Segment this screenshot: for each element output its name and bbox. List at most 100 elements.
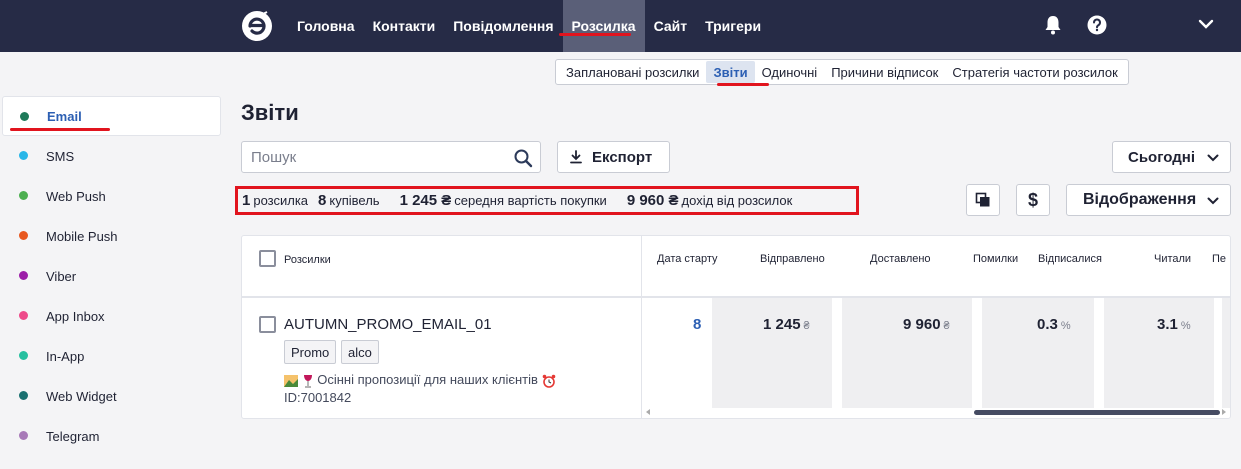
cell-background xyxy=(712,298,832,408)
wine-glass-emoji-icon xyxy=(303,374,312,388)
search-input[interactable] xyxy=(242,142,502,172)
landscape-emoji-icon xyxy=(284,374,298,387)
cell-value: 0.3 xyxy=(1037,316,1058,333)
cell-errors: 0.3% xyxy=(1037,316,1071,333)
dollar-icon: $ xyxy=(1027,189,1038,210)
search-icon[interactable] xyxy=(513,148,533,168)
cell-delivered: 9 960 ₴ xyxy=(903,316,950,333)
sidebar-item-web-widget[interactable]: Web Widget xyxy=(0,376,222,416)
stat-label: купівель xyxy=(329,193,380,208)
horizontal-scrollbar[interactable] xyxy=(974,410,1220,415)
campaign-subject: Осінні пропозиції для наших клієнтів xyxy=(284,372,556,388)
period-dropdown[interactable]: Сьогодні xyxy=(1112,141,1231,173)
top-navbar: Головна Контакти Повідомлення Розсилка С… xyxy=(0,0,1241,52)
sidebar-item-web-push[interactable]: Web Push xyxy=(0,176,222,216)
help-icon[interactable] xyxy=(1087,15,1107,35)
cell-value: 1 245 xyxy=(763,316,801,333)
cell-background xyxy=(1222,298,1230,408)
stat-campaigns: 1 розсилка xyxy=(242,192,308,209)
stat-label: дохід від розсилок xyxy=(681,193,793,208)
nav-campaigns[interactable]: Розсилка xyxy=(562,0,645,52)
nav-triggers[interactable]: Тригери xyxy=(696,0,770,52)
cell-background xyxy=(1104,298,1214,408)
table-row[interactable]: AUTUMN_PROMO_EMAIL_01 Promo alco Осінні … xyxy=(242,298,642,418)
page-title: Звіти xyxy=(241,100,299,125)
stat-avg-purchase: 1 245 ₴ середня вартість покупки xyxy=(400,192,607,209)
channel-dot-icon xyxy=(19,351,28,360)
stat-purchases: 8 купівель xyxy=(318,192,380,209)
stat-value: 1 xyxy=(242,192,251,209)
campaign-id: ID:7001842 xyxy=(284,390,352,405)
sidebar-item-label: SMS xyxy=(46,148,75,164)
stat-value: 9 960 ₴ xyxy=(626,192,679,209)
export-label: Експорт xyxy=(592,148,653,166)
sidebar-item-label: Web Widget xyxy=(46,388,117,404)
tag-badge[interactable]: alco xyxy=(341,340,379,364)
column-header-campaigns[interactable]: Розсилки xyxy=(284,254,331,266)
sidebar-item-sms[interactable]: SMS xyxy=(0,136,222,176)
nav-site[interactable]: Сайт xyxy=(645,0,697,52)
nav-home[interactable]: Головна xyxy=(288,0,364,52)
sidebar-item-label: Email xyxy=(47,108,82,124)
cell-background xyxy=(842,298,972,408)
column-header-more[interactable]: Пе xyxy=(1212,253,1226,265)
sidebar-item-in-app[interactable]: In-App xyxy=(0,336,222,376)
channel-dot-icon xyxy=(19,271,28,280)
sidebar-item-app-inbox[interactable]: App Inbox xyxy=(0,296,222,336)
currency-button[interactable]: $ xyxy=(1016,184,1050,216)
cell-value: 9 960 xyxy=(903,316,941,333)
cell-start-date[interactable]: 8 xyxy=(693,316,701,333)
table-header-left: Розсилки xyxy=(242,236,642,298)
download-icon xyxy=(570,150,582,164)
percent-unit: % xyxy=(1060,320,1071,332)
views-dropdown[interactable]: Відображення xyxy=(1066,184,1231,216)
cell-sent: 1 245 ₴ xyxy=(763,316,810,333)
tab-reports[interactable]: Звіти xyxy=(706,61,755,83)
sidebar-item-viber[interactable]: Viber xyxy=(0,256,222,296)
channel-sidebar: Email SMS Web Push Mobile Push Viber App… xyxy=(0,96,222,456)
channel-dot-icon xyxy=(19,191,28,200)
chevron-down-icon[interactable] xyxy=(1198,18,1214,30)
bell-icon[interactable] xyxy=(1043,14,1063,36)
views-label: Відображення xyxy=(1083,191,1197,208)
scroll-right-arrow-icon[interactable] xyxy=(1222,409,1226,415)
period-label: Сьогодні xyxy=(1128,148,1195,166)
campaign-subtabs: Заплановані розсилки Звіти Одиночні Прич… xyxy=(555,59,1129,85)
stat-revenue: 9 960 ₴ дохід від розсилок xyxy=(627,192,793,209)
nav-messages[interactable]: Повідомлення xyxy=(444,0,562,52)
column-header-sent[interactable]: Відправлено xyxy=(760,253,825,265)
chevron-down-icon xyxy=(1207,197,1219,205)
row-checkbox[interactable] xyxy=(259,316,276,333)
sidebar-item-label: App Inbox xyxy=(46,308,105,324)
stat-value: 1 245 ₴ xyxy=(399,192,452,209)
alarm-clock-emoji-icon xyxy=(542,374,555,388)
copy-button[interactable] xyxy=(966,184,1000,216)
tab-unsubscribe-reasons[interactable]: Причини відписок xyxy=(824,61,945,83)
scroll-left-arrow-icon[interactable] xyxy=(646,409,650,415)
sidebar-item-mobile-push[interactable]: Mobile Push xyxy=(0,216,222,256)
nav-contacts[interactable]: Контакти xyxy=(364,0,445,52)
active-nav-underline xyxy=(559,33,631,36)
tag-badge[interactable]: Promo xyxy=(284,340,337,364)
cell-background xyxy=(982,298,1094,408)
column-header-errors[interactable]: Помилки xyxy=(973,253,1018,265)
subject-text: Осінні пропозиції для наших клієнтів xyxy=(317,372,538,387)
tab-single[interactable]: Одиночні xyxy=(755,61,825,83)
channel-dot-icon xyxy=(19,431,28,440)
export-button[interactable]: Експорт xyxy=(557,141,670,173)
tab-frequency-strategy[interactable]: Стратегія частоти розсилок xyxy=(945,61,1124,83)
esputnik-logo-icon[interactable] xyxy=(241,10,273,42)
campaign-name[interactable]: AUTUMN_PROMO_EMAIL_01 xyxy=(284,316,492,333)
select-all-checkbox[interactable] xyxy=(259,250,276,267)
stat-value: 8 xyxy=(318,192,327,209)
column-header-unsubscribed[interactable]: Відписалися xyxy=(1038,253,1102,265)
tab-scheduled[interactable]: Заплановані розсилки xyxy=(559,61,706,83)
column-header-read[interactable]: Читали xyxy=(1154,253,1191,265)
column-header-start-date[interactable]: Дата старту xyxy=(657,253,717,265)
channel-dot-icon xyxy=(19,311,28,320)
column-header-delivered[interactable]: Доставлено xyxy=(870,253,931,265)
sidebar-item-telegram[interactable]: Telegram xyxy=(0,416,222,456)
sidebar-item-label: Mobile Push xyxy=(46,228,118,244)
currency-unit: ₴ xyxy=(943,320,950,332)
sidebar-item-label: Web Push xyxy=(46,188,106,204)
